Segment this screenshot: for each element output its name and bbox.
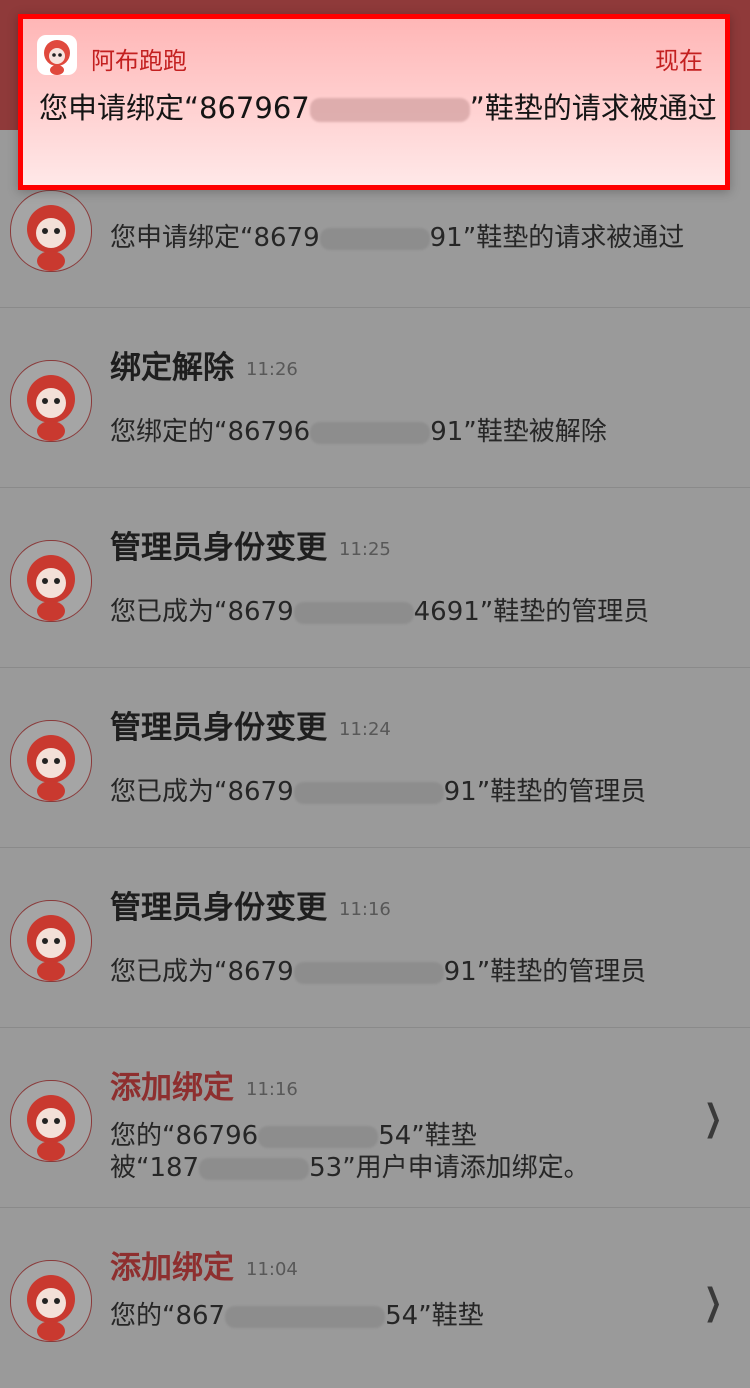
redacted-text [319, 227, 430, 250]
message-time: 11:25 [339, 539, 391, 560]
list-item[interactable]: 添加绑定 11:16 您的“86796 54”鞋垫 被“187 53”用户申请添加绑定… [0, 1028, 750, 1208]
mascot-avatar [10, 720, 92, 802]
chevron-right-icon[interactable]: ❯ [704, 1282, 722, 1323]
redacted-text [309, 98, 470, 122]
notification-time: 现在 [655, 47, 703, 75]
message-body: 您申请绑定“8679 91”鞋垫的请求被通过 [110, 223, 685, 253]
notification-app-name: 阿布跑跑 [91, 47, 187, 75]
message-time: 11:04 [246, 1259, 298, 1280]
message-body: 您的“867 54”鞋垫 [110, 1301, 484, 1331]
message-body: 您已成为“8679 91”鞋垫的管理员 [110, 957, 647, 987]
message-title: 管理员身份变更 11:25 [110, 530, 391, 566]
message-body: 您已成为“8679 91”鞋垫的管理员 [110, 777, 647, 807]
mascot-avatar [10, 1260, 92, 1342]
app-icon [37, 35, 77, 75]
redacted-text [199, 1157, 310, 1180]
notification-banner[interactable]: 阿布跑跑 现在 您申请绑定“867967 ”鞋垫的请求被通过 [18, 14, 730, 190]
message-title: 管理员身份变更 11:16 [110, 890, 391, 926]
list-item[interactable]: 绑定解除 11:26 您绑定的“86796 91”鞋垫被解除 [0, 308, 750, 488]
message-time: 11:26 [246, 359, 298, 380]
redacted-text [293, 601, 414, 624]
message-body: 您的“86796 54”鞋垫 被“187 53”用户申请添加绑定。 [110, 1121, 590, 1183]
redacted-text [258, 1125, 379, 1148]
list-item[interactable]: 管理员身份变更 11:16 您已成为“8679 91”鞋垫的管理员 [0, 848, 750, 1028]
mascot-avatar [10, 190, 92, 272]
message-time: 11:24 [339, 719, 391, 740]
mascot-avatar [10, 360, 92, 442]
message-time: 11:16 [339, 899, 391, 920]
redacted-text [225, 1305, 386, 1328]
redacted-text [293, 961, 444, 984]
message-body: 您已成为“8679 4691”鞋垫的管理员 [110, 597, 650, 627]
message-title: 绑定解除 11:26 [110, 350, 298, 386]
mascot-avatar [10, 1080, 92, 1162]
redacted-text [310, 421, 431, 444]
message-time: 11:16 [246, 1079, 298, 1100]
chevron-right-icon[interactable]: ❯ [704, 1098, 722, 1139]
mascot-avatar [10, 900, 92, 982]
redacted-text [293, 781, 444, 804]
list-item[interactable]: 管理员身份变更 11:24 您已成为“8679 91”鞋垫的管理员 [0, 668, 750, 848]
message-body: 您绑定的“86796 91”鞋垫被解除 [110, 417, 607, 447]
list-item[interactable]: 添加绑定 11:04 您的“867 54”鞋垫 ❯ [0, 1208, 750, 1388]
notification-message: 您申请绑定“867967 ”鞋垫的请求被通过 [39, 91, 717, 125]
mascot-avatar [10, 540, 92, 622]
message-title: 添加绑定 11:04 [110, 1250, 298, 1286]
message-title: 添加绑定 11:16 [110, 1070, 298, 1106]
message-title: 管理员身份变更 11:24 [110, 710, 391, 746]
list-item[interactable]: 管理员身份变更 11:25 您已成为“8679 4691”鞋垫的管理员 [0, 488, 750, 668]
